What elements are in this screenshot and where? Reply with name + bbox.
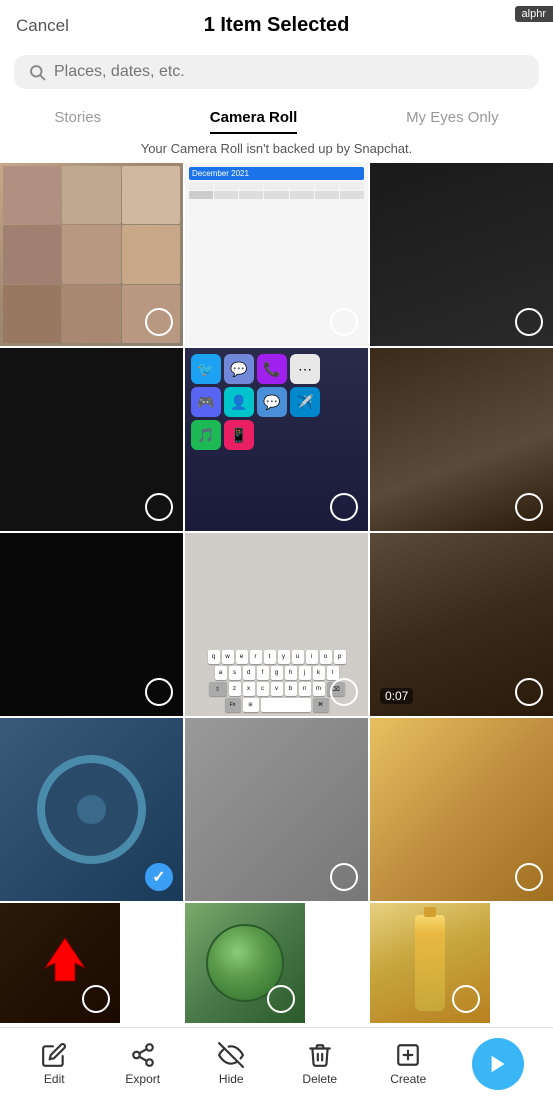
edit-icon [41,1042,67,1068]
selection-circle-14[interactable] [452,985,480,1013]
grid-item-13[interactable] [185,903,305,1023]
grid-item-7[interactable]: q w e r t y u i o p a s d f g h j k l [185,533,368,716]
grid-item-11[interactable] [370,718,553,901]
selection-circle-7[interactable] [330,678,358,706]
selection-circle-12[interactable] [82,985,110,1013]
delete-button[interactable]: Delete [295,1042,345,1086]
tab-stories[interactable]: Stories [54,103,101,134]
selection-circle-2[interactable] [515,308,543,336]
selection-circle-0[interactable] [145,308,173,336]
grid-item-5[interactable] [370,348,553,531]
delete-icon [307,1042,333,1068]
selection-circle-1[interactable] [330,308,358,336]
grid-item-1[interactable]: December 2021 [185,163,368,346]
bottom-toolbar: Edit Export Hide Delete [0,1027,553,1108]
send-icon [487,1053,509,1075]
search-bar [14,55,539,89]
backup-notice: Your Camera Roll isn't backed up by Snap… [0,134,553,161]
create-icon [395,1042,421,1068]
hide-label: Hide [219,1072,244,1086]
selection-circle-8[interactable] [515,678,543,706]
export-label: Export [125,1072,160,1086]
hide-button[interactable]: Hide [206,1042,256,1086]
tab-bar: Stories Camera Roll My Eyes Only [0,97,553,134]
grid-item-10[interactable] [185,718,368,901]
edit-button[interactable]: Edit [29,1042,79,1086]
photo-grid: December 2021 [0,163,553,1023]
selection-circle-9[interactable] [145,863,173,891]
grid-item-3[interactable] [0,348,183,531]
send-button[interactable] [472,1038,524,1090]
export-icon [130,1042,156,1068]
tab-my-eyes-only[interactable]: My Eyes Only [406,103,499,134]
selection-circle-13[interactable] [267,985,295,1013]
video-duration-badge: 0:07 [380,688,413,704]
grid-item-0[interactable] [0,163,183,346]
create-label: Create [390,1072,426,1086]
export-button[interactable]: Export [118,1042,168,1086]
grid-item-12[interactable] [0,903,120,1023]
selection-circle-11[interactable] [515,863,543,891]
tab-camera-roll[interactable]: Camera Roll [210,103,298,134]
selection-circle-5[interactable] [515,493,543,521]
create-button[interactable]: Create [383,1042,433,1086]
selection-circle-10[interactable] [330,863,358,891]
grid-item-14[interactable] [370,903,490,1023]
page-title: 1 Item Selected [204,14,350,37]
top-bar: Cancel 1 Item Selected [0,0,553,47]
edit-label: Edit [44,1072,65,1086]
red-arrow-icon [40,933,90,983]
search-icon [28,63,46,81]
grid-item-8[interactable]: 0:07 [370,533,553,716]
delete-label: Delete [302,1072,337,1086]
hide-icon [218,1042,244,1068]
search-input[interactable] [54,63,525,81]
grid-item-2[interactable] [370,163,553,346]
selection-circle-6[interactable] [145,678,173,706]
selection-circle-3[interactable] [145,493,173,521]
cancel-button[interactable]: Cancel [16,16,69,36]
grid-item-9[interactable] [0,718,183,901]
grid-item-4[interactable]: 🐦 💬 📞 ⋯ 🎮 👤 💬 ✈️ 🎵 📱 [185,348,368,531]
selection-circle-4[interactable] [330,493,358,521]
grid-item-6[interactable] [0,533,183,716]
